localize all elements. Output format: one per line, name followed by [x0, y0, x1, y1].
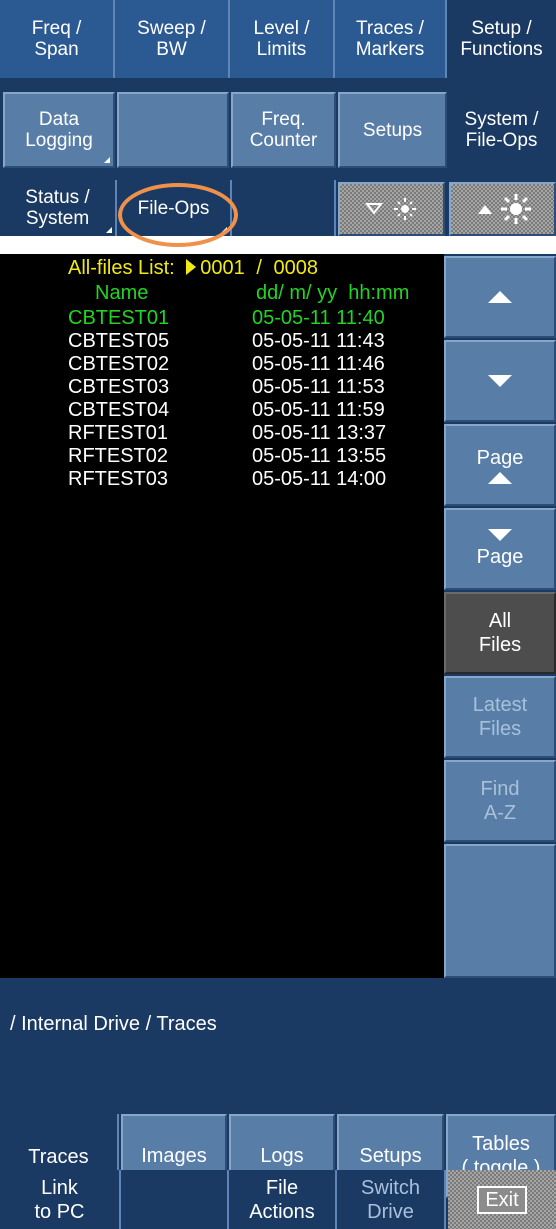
button-label: Page [476, 447, 524, 469]
file-date: 05-05-11 11:59 [252, 399, 385, 421]
file-date: 05-05-11 11:53 [252, 376, 385, 398]
find-a-z-button[interactable]: Find A-Z [444, 760, 556, 842]
page-down-button[interactable]: Page [444, 508, 556, 590]
system-file-ops-button[interactable]: System / File-Ops [447, 92, 556, 168]
empty-softkey[interactable] [121, 1170, 229, 1229]
button-label: Latest Files [472, 694, 528, 740]
file-date: 05-05-11 13:55 [252, 445, 387, 467]
switch-drive-button[interactable]: Switch Drive [337, 1170, 446, 1229]
button-label: System / File-Ops [464, 109, 539, 151]
button-label: Status / System [25, 187, 90, 229]
list-header: All-files List: 0001 / 0008 [68, 257, 318, 279]
tab-freq-span[interactable]: Freq / Span [0, 0, 115, 78]
file-name: CBTEST05 [68, 330, 170, 352]
button-label: Setups [362, 119, 423, 141]
tab-label: Images [141, 1145, 207, 1167]
data-logging-button[interactable]: Data Logging [3, 92, 115, 168]
button-label: Switch Drive [361, 1176, 420, 1223]
tab-label: Sweep / BW [137, 18, 206, 60]
file-name: CBTEST04 [68, 399, 170, 421]
file-actions-button[interactable]: File Actions [229, 1170, 337, 1229]
button-label: Freq. Counter [249, 109, 318, 151]
exit-button[interactable]: Exit [448, 1170, 556, 1229]
freq-counter-button[interactable]: Freq. Counter [231, 92, 336, 168]
file-date: 05-05-11 14:00 [252, 468, 387, 490]
button-label: File Actions [249, 1176, 315, 1223]
scroll-up-button[interactable] [444, 256, 556, 338]
file-row[interactable]: RFTEST01 05-05-11 13:37 [0, 421, 444, 445]
button-label: Page [476, 546, 524, 568]
list-title: All-files List: [68, 257, 175, 279]
file-name: CBTEST03 [68, 376, 170, 398]
file-date: 05-05-11 11:46 [252, 353, 385, 375]
file-row[interactable]: CBTEST04 05-05-11 11:59 [0, 398, 444, 422]
button-label: Exit [477, 1185, 527, 1214]
page-up-button[interactable]: Page [444, 424, 556, 506]
empty-softkey[interactable] [117, 92, 229, 168]
file-name: RFTEST02 [68, 445, 169, 467]
button-label: Find A-Z [480, 778, 520, 824]
file-row[interactable]: RFTEST03 05-05-11 14:00 [0, 467, 444, 491]
tab-label: Logs [260, 1145, 304, 1167]
file-row[interactable]: CBTEST02 05-05-11 11:46 [0, 352, 444, 376]
tab-setup-functions[interactable]: Setup / Functions [447, 0, 556, 78]
latest-files-button[interactable]: Latest Files [444, 676, 556, 758]
arrow-down-icon [488, 529, 512, 541]
menu-panel: Freq / Span Sweep / BW Level / Limits Tr… [0, 0, 556, 236]
scroll-down-button[interactable] [444, 340, 556, 422]
file-name: CBTEST02 [68, 353, 170, 375]
brightness-up-button[interactable] [449, 182, 556, 236]
file-date: 05-05-11 11:40 [252, 307, 385, 329]
status-system-button[interactable]: Status / System [0, 180, 117, 236]
tab-label: Setups [359, 1145, 422, 1167]
brightness-down-icon [364, 198, 416, 220]
file-name: CBTEST01 [68, 307, 170, 329]
file-ops-button[interactable]: File-Ops [117, 180, 232, 236]
page-current: 0001 [200, 257, 245, 279]
page-total: 0008 [273, 257, 318, 279]
file-row[interactable]: CBTEST05 05-05-11 11:43 [0, 329, 444, 353]
brightness-down-button[interactable] [338, 182, 445, 236]
arrow-down-icon [488, 375, 512, 387]
column-date-header: dd/ m/ yy hh:mm [256, 282, 410, 304]
page-separator: / [256, 257, 262, 279]
file-name: RFTEST01 [68, 422, 169, 444]
tab-label: Traces / Markers [355, 18, 425, 60]
file-row[interactable]: CBTEST03 05-05-11 11:53 [0, 375, 444, 399]
setups-button[interactable]: Setups [338, 92, 447, 168]
file-row[interactable]: CBTEST01 05-05-11 11:40 [0, 306, 444, 330]
file-list: All-files List: 0001 / 0008 Name dd/ m/ … [0, 254, 444, 978]
file-date: 05-05-11 13:37 [252, 422, 387, 444]
arrow-up-icon [488, 472, 512, 484]
tab-label: Freq / Span [31, 18, 82, 60]
brightness-up-icon [477, 194, 531, 224]
column-name-header: Name [95, 282, 149, 304]
tab-label: Setup / Functions [460, 18, 543, 60]
button-label: Link to PC [34, 1176, 85, 1223]
button-label: All Files [478, 610, 522, 656]
tab-sweep-bw[interactable]: Sweep / BW [115, 0, 230, 78]
all-files-button[interactable]: All Files [444, 592, 556, 674]
file-row[interactable]: RFTEST02 05-05-11 13:55 [0, 444, 444, 468]
arrow-up-icon [488, 291, 512, 303]
current-path: / Internal Drive / Traces [10, 1013, 217, 1035]
file-name: RFTEST03 [68, 468, 169, 490]
tab-level-limits[interactable]: Level / Limits [230, 0, 335, 78]
link-to-pc-button[interactable]: Link to PC [0, 1170, 121, 1229]
tab-label: Level / Limits [253, 18, 310, 60]
tab-traces-markers[interactable]: Traces / Markers [335, 0, 447, 78]
tab-label: Traces [28, 1146, 89, 1168]
file-date: 05-05-11 11:43 [252, 330, 385, 352]
empty-side-button[interactable] [444, 844, 556, 978]
play-icon [186, 259, 197, 275]
button-label: Data Logging [25, 109, 93, 151]
button-label: File-Ops [137, 197, 210, 219]
empty-softkey[interactable] [232, 180, 336, 236]
file-browser-panel: All-files List: 0001 / 0008 Name dd/ m/ … [0, 254, 556, 1229]
